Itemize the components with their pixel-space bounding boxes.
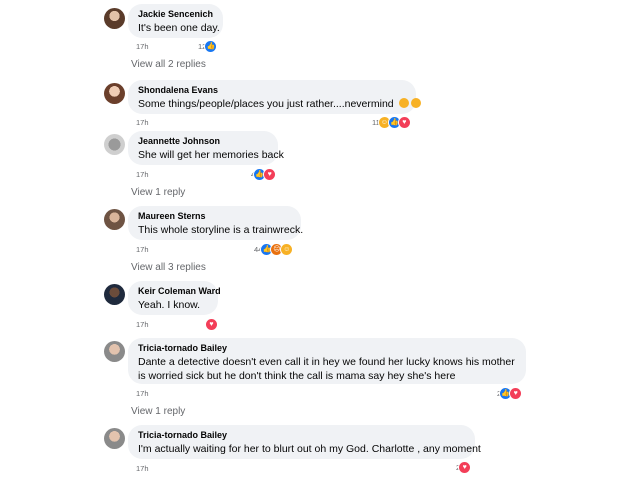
laughing-emoji-icon [410,98,421,108]
commenter-name[interactable]: Tricia-tornado Bailey [138,343,526,354]
love-icon: ♥ [509,386,523,400]
comment-bubble: Maureen Sterns This whole storyline is a… [128,206,304,240]
timestamp[interactable]: 17h [136,42,149,51]
grinning-emoji-icon [398,98,409,108]
timestamp[interactable]: 17h [136,170,149,179]
avatar[interactable] [104,284,125,305]
reaction-summary[interactable]: 11 ☺ 👍 ♥ [372,115,411,129]
timestamp[interactable]: 17h [136,320,149,329]
avatar[interactable] [104,83,125,104]
love-icon: ♥ [397,115,411,129]
comment-bubble: Jeannette Johnson She will get her memor… [128,131,284,165]
view-replies-link[interactable]: View 1 reply [131,187,185,198]
commenter-name[interactable]: Tricia-tornado Bailey [138,430,475,441]
comment-bubble: Tricia-tornado Bailey Dante a detective … [128,338,526,384]
reaction-summary[interactable]: ♥ [205,317,218,331]
view-replies-link[interactable]: View all 2 replies [131,59,206,70]
love-icon: ♥ [205,317,218,331]
love-icon: ♥ [458,460,472,474]
avatar[interactable] [104,209,125,230]
comment-text-content: Some things/people/places you just rathe… [138,98,394,110]
like-icon: 👍 [204,39,218,53]
love-icon: ♥ [263,167,277,181]
reaction-summary[interactable]: 12 👍 [198,39,218,53]
avatar[interactable] [104,8,125,29]
comment-bubble: Tricia-tornado Bailey I'm actually waiti… [128,425,481,459]
comment-text: She will get her memories back [138,149,284,161]
comment-bubble: Jackie Sencenich It's been one day. [128,4,223,38]
commenter-name[interactable]: Jackie Sencenich [138,9,223,20]
reaction-summary[interactable]: 44 👍 ☹ ☺ [254,242,294,256]
reaction-summary[interactable]: 2 ♥ [456,460,472,474]
timestamp[interactable]: 17h [136,245,149,254]
commenter-name[interactable]: Jeannette Johnson [138,136,278,147]
view-replies-link[interactable]: View 1 reply [131,406,185,417]
commenter-name[interactable]: Maureen Sterns [138,211,301,222]
comment-text: It's been one day. [138,22,220,34]
haha-icon: ☺ [280,242,294,256]
timestamp[interactable]: 17h [136,118,149,127]
commenter-name[interactable]: Keir Coleman Ward [138,286,221,297]
reaction-summary[interactable]: 2 👍 ♥ [497,386,523,400]
comment-bubble: Shondalena Evans Some things/people/plac… [128,80,421,114]
comment-text: Yeah. I know. [138,299,201,311]
comment-text: Dante a detective doesn't even call it i… [138,356,515,382]
timestamp[interactable]: 17h [136,389,149,398]
comment-text: Some things/people/places you just rathe… [138,97,421,111]
avatar[interactable] [104,341,125,362]
comment-text: This whole storyline is a trainwreck. [138,224,304,236]
avatar[interactable] [104,134,125,155]
timestamp[interactable]: 17h [136,464,149,473]
comment-text: I'm actually waiting for her to blurt ou… [138,443,481,455]
reaction-summary[interactable]: 4 👍 ♥ [251,167,277,181]
commenter-name[interactable]: Shondalena Evans [138,85,416,96]
avatar[interactable] [104,428,125,449]
comment-bubble: Keir Coleman Ward Yeah. I know. [128,281,221,315]
view-replies-link[interactable]: View all 3 replies [131,262,206,273]
